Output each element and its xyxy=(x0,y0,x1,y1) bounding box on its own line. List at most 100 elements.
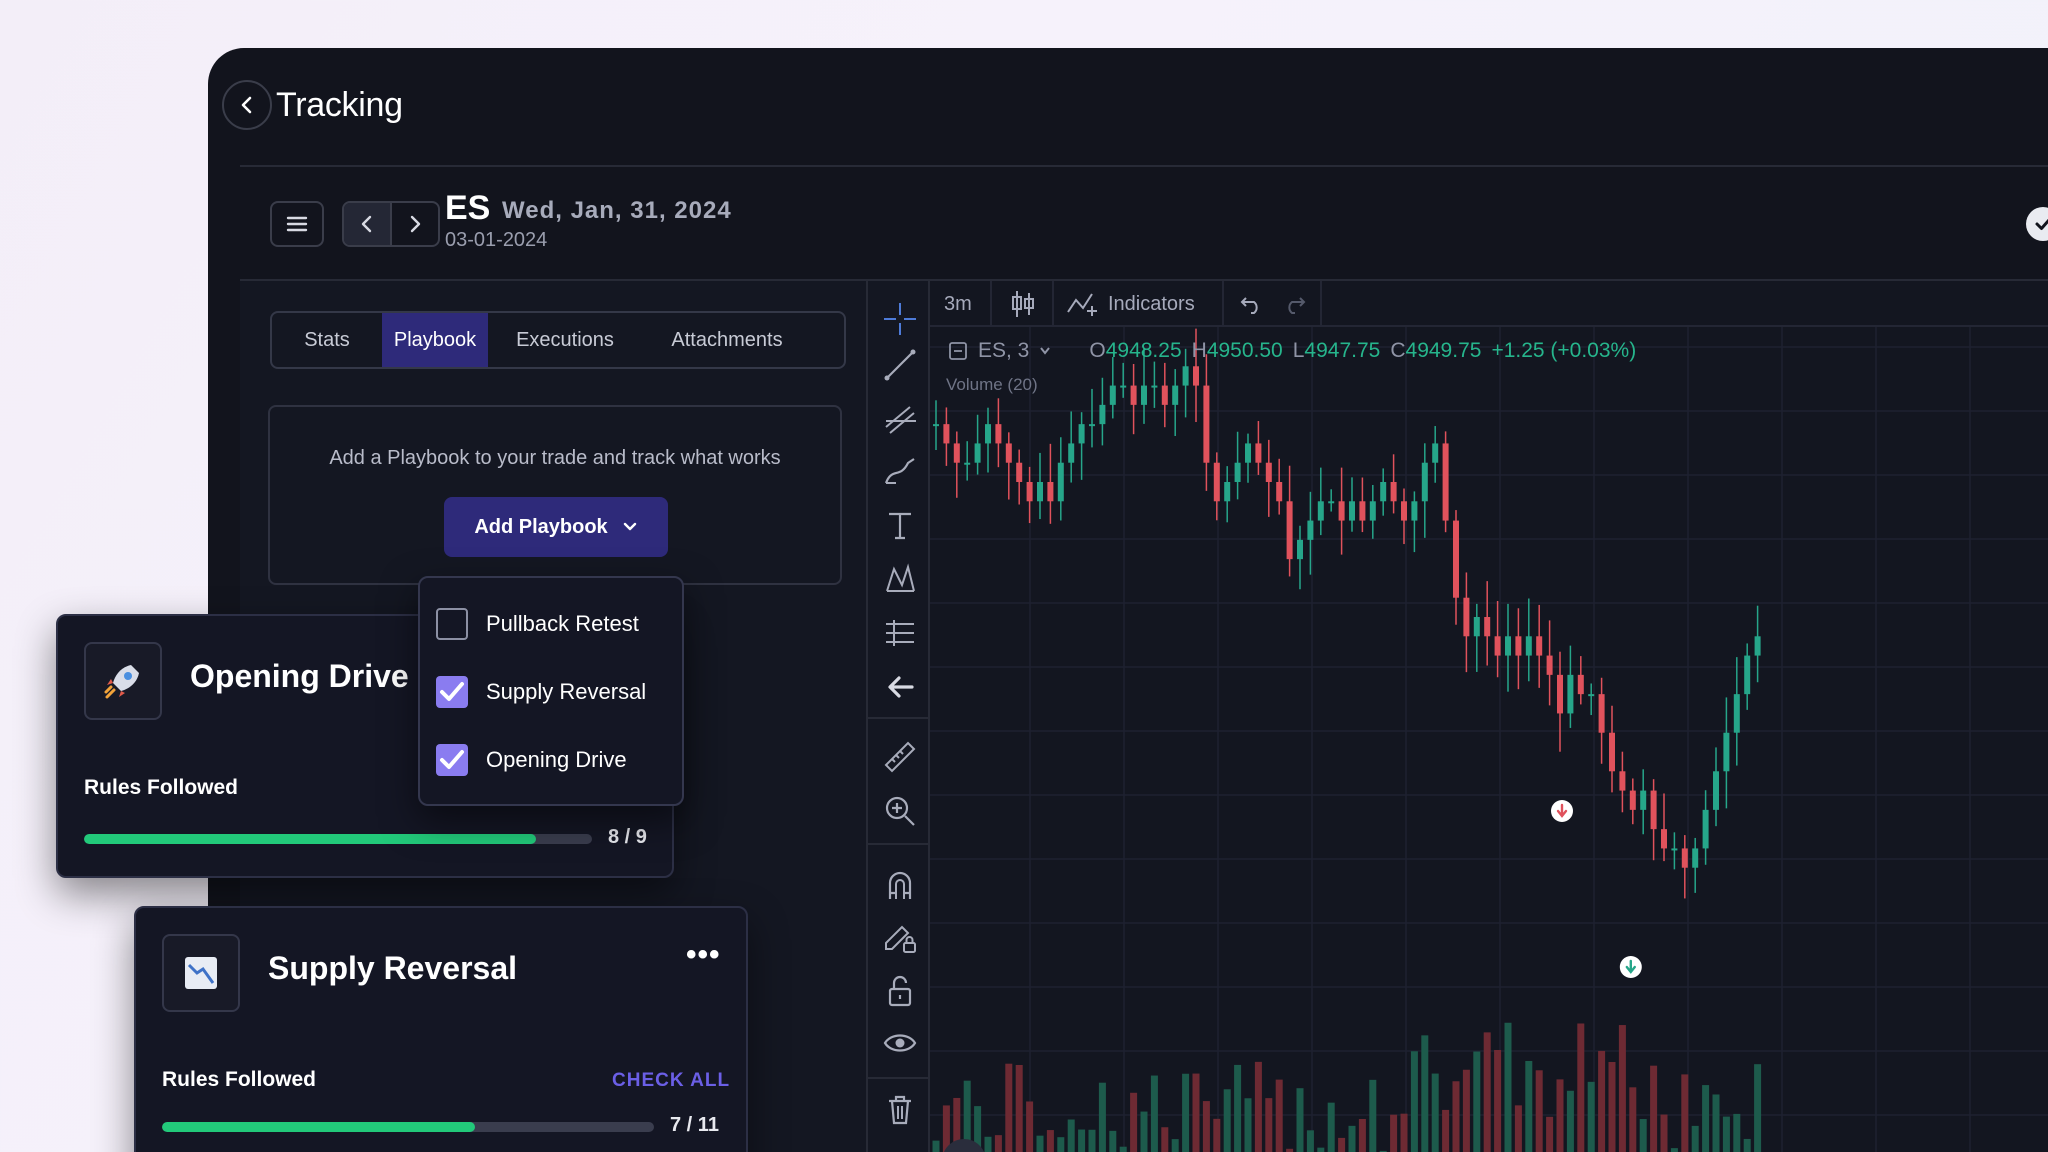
prev-trade-button[interactable] xyxy=(344,203,392,245)
arrow-left-icon[interactable] xyxy=(880,667,920,707)
volume-bar xyxy=(1702,1085,1710,1152)
eye-icon[interactable] xyxy=(880,1023,920,1063)
volume-bar xyxy=(1691,1125,1699,1152)
volume-bar xyxy=(1452,1081,1460,1152)
candle-body xyxy=(1255,443,1262,463)
text-tool-icon[interactable] xyxy=(880,505,920,545)
tab-attachments[interactable]: Attachments xyxy=(642,313,812,367)
chevron-down-icon[interactable] xyxy=(1039,346,1051,356)
dropdown-item-opening-drive[interactable]: Opening Drive xyxy=(436,740,627,780)
rail-divider xyxy=(868,1077,928,1079)
chevron-left-icon xyxy=(361,215,372,233)
menu-button[interactable] xyxy=(270,201,324,247)
brush-icon[interactable] xyxy=(880,451,920,491)
chevron-right-icon xyxy=(410,215,421,233)
chart-toolbar: 3m Indicators xyxy=(930,281,2048,327)
tab-playbook[interactable]: Playbook xyxy=(382,313,488,367)
add-playbook-label: Add Playbook xyxy=(474,515,608,538)
candle-body xyxy=(1546,655,1553,675)
check-circle-icon[interactable] xyxy=(2026,207,2048,241)
indicators-label: Indicators xyxy=(1108,292,1195,315)
rules-followed-label: Rules Followed xyxy=(162,1068,317,1091)
volume-bar xyxy=(1473,1051,1481,1152)
chart-down-icon xyxy=(162,934,240,1012)
trade-nav xyxy=(342,201,440,247)
tabs: Stats Playbook Executions Attachments xyxy=(270,311,846,369)
tab-executions[interactable]: Executions xyxy=(488,313,642,367)
volume-bar xyxy=(1546,1116,1554,1152)
volume-bar xyxy=(1421,1035,1429,1152)
volume-bar xyxy=(1712,1094,1720,1152)
volume-bar xyxy=(1057,1137,1065,1152)
pattern-tool-icon[interactable] xyxy=(880,559,920,599)
indicators-button[interactable]: Indicators xyxy=(1066,281,1195,327)
volume-bar xyxy=(1369,1079,1377,1152)
redo-icon[interactable] xyxy=(1282,281,1306,327)
volume-bar xyxy=(1733,1113,1741,1152)
candle-body xyxy=(1692,848,1699,868)
back-button[interactable] xyxy=(222,80,272,130)
collapse-icon[interactable] xyxy=(948,341,968,361)
zoom-in-icon[interactable] xyxy=(880,791,920,831)
volume-bar xyxy=(1036,1135,1044,1152)
candle-body xyxy=(1286,501,1293,560)
playbook-dropdown: Pullback Retest Supply Reversal Opening … xyxy=(418,576,684,806)
candle-body xyxy=(1609,732,1615,772)
low-label: L xyxy=(1292,339,1305,362)
toolbar-divider xyxy=(1222,281,1224,327)
candlestick-plot[interactable] xyxy=(930,327,2048,1152)
unlock-icon[interactable] xyxy=(880,971,920,1011)
change-value: +1.25 (+0.03%) xyxy=(1491,339,1637,362)
candle-body xyxy=(1619,771,1626,791)
candle-body xyxy=(1245,443,1251,463)
volume-bar xyxy=(1265,1098,1273,1152)
symbol-interval[interactable]: ES, 3 xyxy=(978,339,1029,363)
candle-body xyxy=(1536,636,1543,656)
candle-body xyxy=(1130,385,1137,405)
next-trade-button[interactable] xyxy=(392,203,438,245)
checkbox-unchecked-icon[interactable] xyxy=(436,608,468,640)
undo-icon[interactable] xyxy=(1240,281,1264,327)
add-playbook-button[interactable]: Add Playbook xyxy=(444,497,668,557)
candle-body xyxy=(1297,539,1303,560)
price-chart[interactable]: 3m Indicators ES, 3 O 4948.25 H 4950.50 … xyxy=(930,281,2048,1152)
volume-bar xyxy=(1681,1074,1689,1152)
candle-body xyxy=(1203,385,1210,463)
checkbox-checked-icon[interactable] xyxy=(436,744,468,776)
ruler-icon[interactable] xyxy=(880,737,920,777)
trendline-icon[interactable] xyxy=(880,345,920,385)
more-options-icon[interactable]: ••• xyxy=(686,938,721,972)
volume-bar xyxy=(1494,1049,1502,1152)
timeframe-button[interactable]: 3m xyxy=(944,281,972,327)
volume-bar xyxy=(984,1136,992,1152)
dropdown-item-supply-reversal[interactable]: Supply Reversal xyxy=(436,672,646,712)
candle-body xyxy=(1515,636,1522,656)
candle-body xyxy=(1026,482,1033,502)
candle-body xyxy=(1265,462,1272,482)
volume-bar xyxy=(1005,1063,1013,1152)
candle-body xyxy=(1078,424,1085,444)
dropdown-item-label: Supply Reversal xyxy=(486,679,647,704)
rules-count: 8 / 9 xyxy=(608,826,647,848)
close-label: C xyxy=(1390,339,1406,362)
candle-body xyxy=(1047,482,1054,502)
dropdown-item-pullback-retest[interactable]: Pullback Retest xyxy=(436,604,639,644)
lock-drawing-icon[interactable] xyxy=(880,917,920,957)
check-all-button[interactable]: CHECK ALL xyxy=(612,1070,730,1092)
crosshair-icon[interactable] xyxy=(880,299,920,339)
candle-body xyxy=(995,424,1002,444)
volume-bar xyxy=(1296,1088,1304,1152)
fib-tool-icon[interactable] xyxy=(880,399,920,439)
header: Tracking xyxy=(208,48,2048,167)
volume-bar xyxy=(1514,1105,1522,1152)
candle-body xyxy=(964,462,971,465)
checkbox-checked-icon[interactable] xyxy=(436,676,468,708)
trash-icon[interactable] xyxy=(880,1089,920,1129)
rules-progress-bar xyxy=(84,834,592,844)
measure-lines-icon[interactable] xyxy=(880,613,920,653)
magnet-icon[interactable] xyxy=(880,865,920,905)
playbook-empty-state: Add a Playbook to your trade and track w… xyxy=(268,405,842,585)
volume-bar xyxy=(994,1135,1002,1152)
candle-type-icon[interactable] xyxy=(1010,281,1036,327)
tab-stats[interactable]: Stats xyxy=(272,313,382,367)
